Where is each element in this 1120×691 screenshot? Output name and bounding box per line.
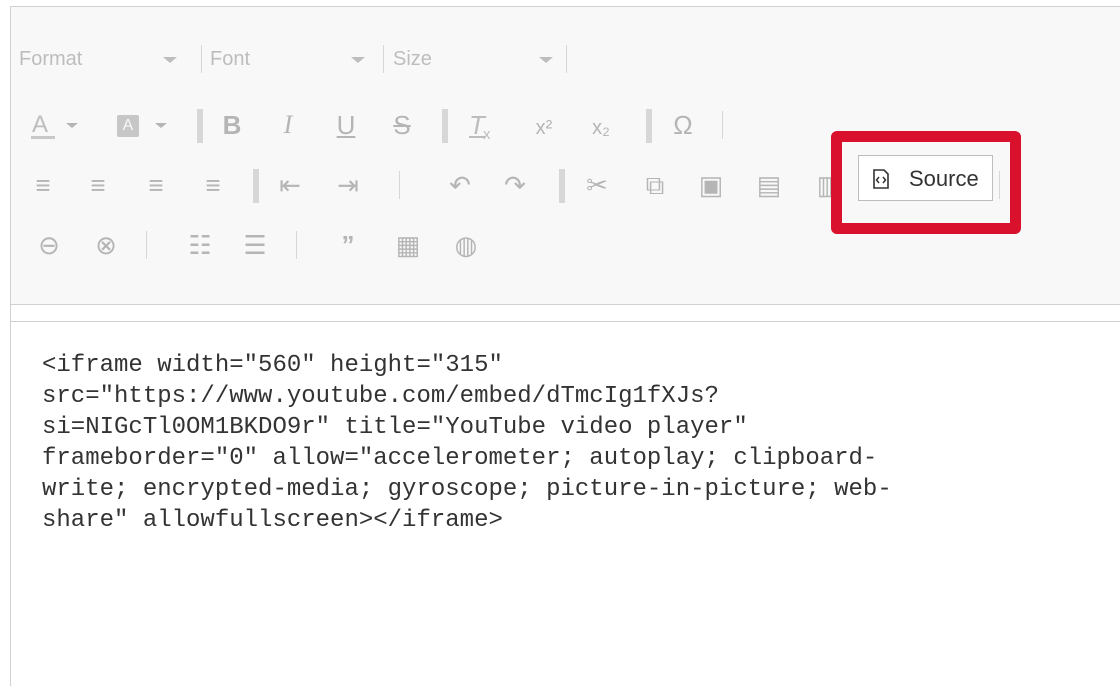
special-character-button[interactable]: Ω: [665, 109, 701, 141]
undo-button[interactable]: ↶: [442, 169, 478, 201]
toolbar-separator: [999, 171, 1000, 199]
decrease-indent-button[interactable]: ⇤: [273, 169, 307, 201]
toolbar-row-format: Format Font Size: [11, 43, 1120, 75]
toolbar-row-basic: A A B I U S T x x² x₂ Ω: [11, 109, 1120, 143]
background-color-button[interactable]: A: [109, 109, 167, 141]
link-icon: ⊖: [38, 230, 60, 260]
image-button[interactable]: ▦: [391, 229, 425, 261]
paste-as-text-button[interactable]: ▥: [812, 169, 846, 201]
editor-toolbar: Format Font Size A A B I U S T x x² x₂ Ω…: [11, 7, 1120, 305]
redo-icon: ↷: [504, 170, 526, 200]
subscript-icon: x₂: [592, 117, 610, 139]
bulleted-list-icon: ☷: [188, 230, 212, 260]
text-color-button[interactable]: A: [23, 109, 78, 141]
strikethrough-icon: S: [393, 110, 411, 140]
italic-icon: I: [283, 110, 293, 139]
format-dropdown-label: Format: [19, 48, 83, 70]
align-left-button[interactable]: ≡: [29, 169, 57, 201]
source-editor-area[interactable]: <iframe width="560" height="315" src="ht…: [11, 321, 1120, 691]
increase-indent-button[interactable]: ⇥: [331, 169, 365, 201]
toolbar-row-insert: ⊖ ⊗ ☷ ☰ ” ▦ ◍: [11, 229, 1120, 261]
bold-icon: B: [222, 110, 242, 140]
underline-icon: U: [336, 110, 356, 140]
toolbar-separator: [146, 231, 147, 259]
blockquote-button[interactable]: ”: [331, 229, 365, 261]
redo-button[interactable]: ↷: [497, 169, 533, 201]
font-dropdown[interactable]: Font: [202, 43, 382, 75]
unlink-icon: ⊗: [95, 230, 117, 260]
decrease-indent-icon: ⇤: [279, 170, 301, 200]
toolbar-separator: [646, 109, 652, 143]
paste-button[interactable]: ▤: [752, 169, 786, 201]
underline-button[interactable]: U: [329, 109, 363, 141]
chevron-down-icon: [539, 57, 553, 63]
align-center-button[interactable]: ≡: [84, 169, 112, 201]
paste-from-word-icon: ▣: [698, 170, 724, 200]
source-code-text[interactable]: <iframe width="560" height="315" src="ht…: [42, 350, 1110, 536]
toolbar-separator: [559, 169, 565, 203]
globe-button[interactable]: ◍: [449, 229, 483, 261]
subscript-button[interactable]: x₂: [583, 109, 619, 141]
background-color-icon: A: [117, 115, 139, 137]
bulleted-list-button[interactable]: ☷: [183, 229, 217, 261]
chevron-down-icon: [155, 123, 167, 128]
superscript-icon: x²: [535, 117, 553, 139]
chevron-down-icon: [351, 57, 365, 63]
chevron-down-icon: [66, 123, 78, 128]
increase-indent-icon: ⇥: [337, 170, 359, 200]
unlink-button[interactable]: ⊗: [90, 229, 122, 261]
superscript-button[interactable]: x²: [526, 109, 562, 141]
align-right-icon: ≡: [148, 170, 164, 200]
align-left-icon: ≡: [35, 170, 51, 200]
justify-button[interactable]: ≡: [199, 169, 227, 201]
source-icon: [873, 169, 889, 189]
numbered-list-button[interactable]: ☰: [238, 229, 272, 261]
toolbar-separator: [399, 171, 400, 199]
image-icon: ▦: [395, 230, 421, 260]
special-character-icon: Ω: [673, 110, 693, 140]
align-center-icon: ≡: [90, 170, 106, 200]
format-dropdown[interactable]: Format: [11, 43, 187, 75]
link-button[interactable]: ⊖: [33, 229, 65, 261]
toolbar-separator: [253, 169, 259, 203]
source-button[interactable]: Source: [858, 155, 993, 201]
size-dropdown[interactable]: Size: [385, 43, 565, 75]
numbered-list-icon: ☰: [243, 230, 267, 260]
rich-text-editor: Format Font Size A A B I U S T x x² x₂ Ω…: [10, 6, 1120, 691]
toolbar-separator: [566, 45, 567, 73]
cut-icon: ✂: [586, 170, 608, 200]
toolbar-separator: [383, 45, 384, 73]
toolbar-separator: [442, 109, 448, 143]
text-color-swatch: [31, 136, 55, 139]
align-right-button[interactable]: ≡: [142, 169, 170, 201]
source-button-label: Source: [909, 166, 979, 191]
globe-icon: ◍: [454, 230, 478, 260]
toolbar-separator: [197, 109, 203, 143]
size-dropdown-label: Size: [393, 48, 432, 70]
italic-button[interactable]: I: [271, 109, 305, 141]
cut-button[interactable]: ✂: [580, 169, 614, 201]
font-dropdown-label: Font: [210, 48, 251, 70]
toolbar-separator: [296, 231, 297, 259]
remove-format-button[interactable]: T x: [460, 109, 496, 143]
justify-icon: ≡: [205, 170, 221, 200]
undo-icon: ↶: [449, 170, 471, 200]
paste-as-text-icon: ▥: [816, 170, 842, 200]
blockquote-icon: ”: [341, 230, 355, 260]
chevron-down-icon: [163, 57, 177, 63]
strikethrough-button[interactable]: S: [385, 109, 419, 141]
paste-icon: ▤: [756, 170, 782, 200]
toolbar-separator: [722, 111, 723, 139]
paste-from-word-button[interactable]: ▣: [694, 169, 728, 201]
bold-button[interactable]: B: [215, 109, 249, 141]
copy-icon: ⧉: [645, 170, 665, 200]
copy-button[interactable]: ⧉: [638, 169, 672, 201]
